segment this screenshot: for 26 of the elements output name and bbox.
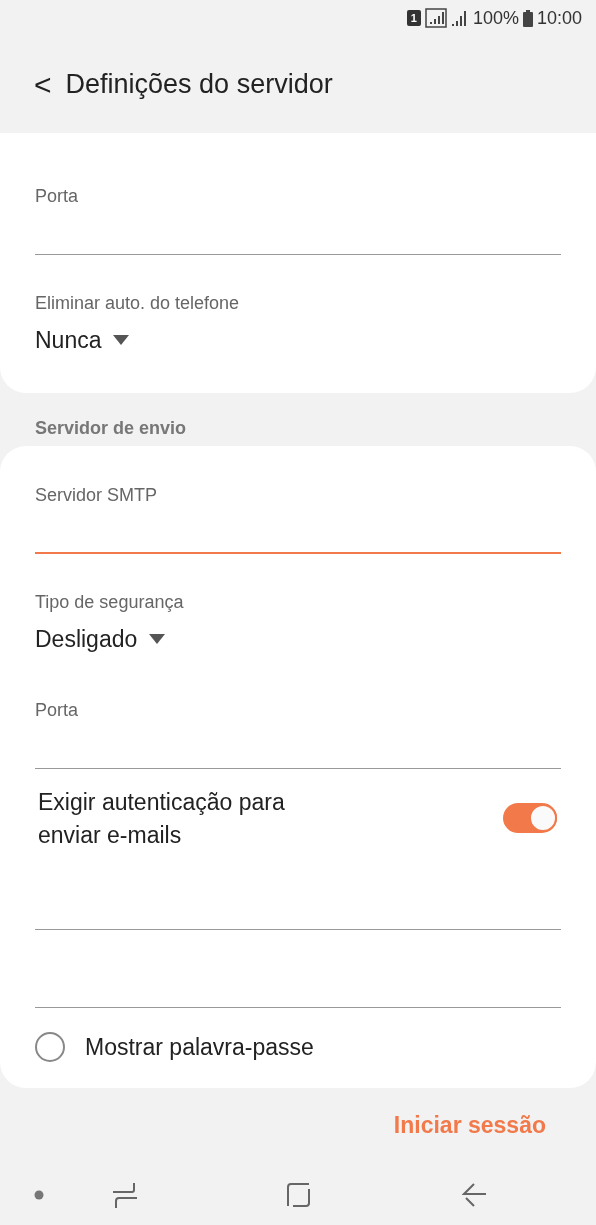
caret-icon bbox=[113, 335, 130, 345]
battery-icon bbox=[522, 9, 533, 27]
field-label: Eliminar auto. do telefone bbox=[35, 292, 241, 314]
screen-title: Definições do servidor bbox=[65, 68, 333, 102]
recents-icon[interactable] bbox=[112, 1181, 137, 1209]
home-icon[interactable] bbox=[287, 1183, 312, 1207]
back-button[interactable]: < bbox=[34, 69, 66, 100]
signal-icon bbox=[450, 9, 469, 27]
field-label: Porta bbox=[35, 185, 80, 207]
dot-icon[interactable] bbox=[34, 1190, 44, 1200]
clock: 10:00 bbox=[536, 6, 582, 30]
field-label: Porta bbox=[35, 699, 80, 721]
field-label: Tipo de segurança bbox=[35, 591, 185, 613]
dropdown[interactable]: Desligado bbox=[35, 617, 166, 661]
field-label: Servidor SMTP bbox=[35, 484, 159, 506]
dropdown[interactable]: Nunca bbox=[35, 318, 130, 362]
back-icon[interactable] bbox=[461, 1183, 486, 1207]
toggle-switch[interactable] bbox=[503, 803, 557, 833]
caret-icon bbox=[149, 634, 166, 644]
setting-label: Exigir autenticação para enviar e-mails bbox=[37, 788, 286, 850]
checkbox-label: Mostrar palavra-passe bbox=[85, 1033, 314, 1062]
sim-icon: 1 bbox=[406, 10, 421, 26]
section-title: Servidor de envio bbox=[35, 418, 187, 438]
battery-percent: 100% bbox=[472, 6, 519, 30]
radio-checkbox[interactable] bbox=[35, 1032, 65, 1063]
signal-icon bbox=[424, 8, 447, 28]
